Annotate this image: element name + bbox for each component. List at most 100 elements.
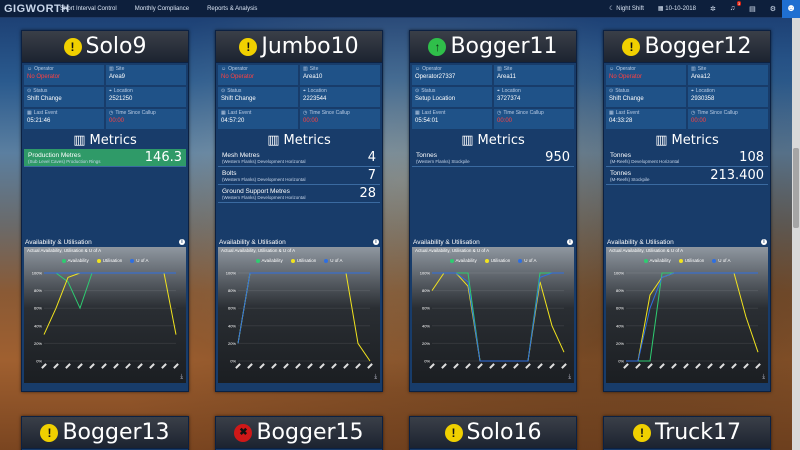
metric-subtitle: (Western Flanks) Stockpile: [416, 158, 470, 164]
shift-label: Night Shift: [616, 6, 644, 12]
legend-availability[interactable]: Availability: [61, 258, 89, 263]
x-tick-label: [731, 363, 737, 369]
card-header[interactable]: ↑ Bogger11: [410, 31, 576, 63]
date-label: 10-10-2018: [665, 6, 696, 12]
info-icon[interactable]: i: [761, 239, 767, 245]
x-tick-label: [89, 363, 95, 369]
operator-value: No Operator: [221, 74, 255, 80]
equipment-name: Bogger12: [644, 34, 752, 59]
settings-gear-icon[interactable]: ✲: [710, 5, 716, 13]
legend-uofa[interactable]: U of A: [518, 258, 536, 263]
last-event-label: Last Event: [33, 110, 58, 116]
time-since-value: 00:00: [109, 118, 125, 124]
info-icon[interactable]: i: [373, 239, 379, 245]
y-tick-label: 0%: [36, 359, 42, 364]
legend-utilisation[interactable]: Utilisation: [96, 258, 122, 263]
x-tick-label: [125, 363, 131, 369]
metric-value: 4: [367, 150, 376, 165]
location-pin-icon: ⌖: [691, 88, 694, 94]
calendar-icon: ▦: [415, 110, 420, 116]
info-icon[interactable]: i: [567, 239, 573, 245]
alerts-bell-icon[interactable]: ♫ 3: [730, 1, 742, 12]
scrollbar-thumb[interactable]: [793, 148, 799, 228]
time-since-cell: ◷ Time Since Callup 00:00: [688, 109, 768, 129]
line-chart-svg: 0% 20% 40% 60% 80% 100%: [614, 271, 761, 369]
user-profile-button[interactable]: ☻: [782, 0, 800, 18]
download-icon[interactable]: ⤓: [762, 374, 765, 381]
gear-icon[interactable]: ⚙: [770, 5, 776, 13]
x-tick-label: [235, 363, 241, 369]
card-header[interactable]: ! Solo9: [22, 31, 188, 63]
legend-utilisation[interactable]: Utilisation: [290, 258, 316, 263]
availability-title: Availability & Utilisation: [413, 238, 480, 246]
metrics-list: Tonnes (Western Flanks) Stockpile 950: [410, 149, 576, 235]
info-icon[interactable]: i: [179, 239, 185, 245]
legend-utilisation[interactable]: Utilisation: [484, 258, 510, 263]
y-tick-label: 20%: [422, 341, 430, 346]
location-value: 2930358: [691, 96, 715, 102]
status-cell: ⊙ Status Shift Change: [24, 87, 104, 107]
card-header[interactable]: ! Solo16: [410, 417, 576, 449]
location-cell: ⌖ Location 2521250: [106, 87, 186, 107]
bar-chart-icon: ▥: [461, 132, 474, 148]
location-value: 2223544: [303, 96, 327, 102]
availability-chart: Actual Availability, Utilisation & U of …: [412, 247, 574, 383]
time-since-value: 00:00: [691, 118, 707, 124]
error-status-icon: ✖: [234, 423, 253, 442]
legend-availability[interactable]: Availability: [643, 258, 671, 263]
card-header[interactable]: ✖ Bogger15: [216, 417, 382, 449]
last-event-cell: ▦ Last Event 04:33:28: [606, 109, 686, 129]
page-scrollbar[interactable]: [792, 18, 800, 450]
location-label: Location: [307, 88, 327, 94]
x-tick-label: [77, 363, 83, 369]
clipboard-icon[interactable]: ▤: [749, 5, 756, 13]
moon-icon: ☾: [609, 6, 615, 12]
download-icon[interactable]: ⤓: [180, 374, 183, 381]
status-cell: ⊙ Status Shift Change: [606, 87, 686, 107]
card-header[interactable]: ! Bogger13: [22, 417, 188, 449]
time-since-label: Time Since Callup: [697, 110, 738, 116]
nav-short-interval-control[interactable]: Short Interval Control: [60, 6, 117, 12]
site-value: Area9: [109, 74, 126, 80]
app-logo[interactable]: GIGWORTH: [4, 3, 69, 15]
legend-availability[interactable]: Availability: [255, 258, 283, 263]
metric-row: Bolts (Western Flanks) Development Horiz…: [218, 167, 380, 185]
download-icon[interactable]: ⤓: [568, 374, 571, 381]
x-tick-label: [513, 363, 519, 369]
operator-label: Operator: [422, 66, 442, 72]
shift-selector[interactable]: ☾ Night Shift: [609, 5, 644, 12]
line-chart-svg: 0% 20% 40% 60% 80% 100%: [226, 271, 373, 369]
x-tick-label: [307, 363, 313, 369]
legend-uofa[interactable]: U of A: [712, 258, 730, 263]
date-selector[interactable]: ▦ 10-10-2018: [658, 5, 696, 12]
download-icon[interactable]: ⤓: [374, 374, 377, 381]
metric-subtitle: (Western Flanks) Development Horizontal: [222, 194, 306, 200]
x-tick-label: [549, 363, 555, 369]
legend-availability[interactable]: Availability: [449, 258, 477, 263]
card-header[interactable]: ! Truck17: [604, 417, 770, 449]
chart-legend: Availability Utilisation U of A: [24, 258, 186, 263]
card-header[interactable]: ! Bogger12: [604, 31, 770, 63]
x-tick-label: [537, 363, 543, 369]
location-cell: ⌖ Location 2930358: [688, 87, 768, 107]
site-label: Site: [697, 66, 707, 72]
status-value: Shift Change: [609, 96, 644, 102]
status-cell: ⊙ Status Setup Location: [412, 87, 492, 107]
site-cell: ▥ Site Area11: [494, 65, 574, 85]
metric-row: Tonnes (M-Reefs) Development Horizontal …: [606, 149, 768, 167]
x-tick-label: [465, 363, 471, 369]
metric-row: Mesh Metres (Western Flanks) Development…: [218, 149, 380, 167]
legend-uofa[interactable]: U of A: [130, 258, 148, 263]
clock-icon: ◷: [109, 110, 114, 116]
metric-name: Bolts: [222, 169, 237, 177]
nav-monthly-compliance[interactable]: Monthly Compliance: [135, 6, 189, 12]
equipment-name: Jumbo10: [261, 34, 359, 59]
operator-label: Operator: [34, 66, 54, 72]
legend-utilisation[interactable]: Utilisation: [678, 258, 704, 263]
warning-status-icon: !: [622, 37, 641, 56]
metric-name: Tonnes: [610, 169, 631, 177]
card-header[interactable]: ! Jumbo10: [216, 31, 382, 63]
nav-reports-analysis[interactable]: Reports & Analysis: [207, 6, 257, 12]
legend-uofa[interactable]: U of A: [324, 258, 342, 263]
y-tick-label: 60%: [422, 306, 430, 311]
